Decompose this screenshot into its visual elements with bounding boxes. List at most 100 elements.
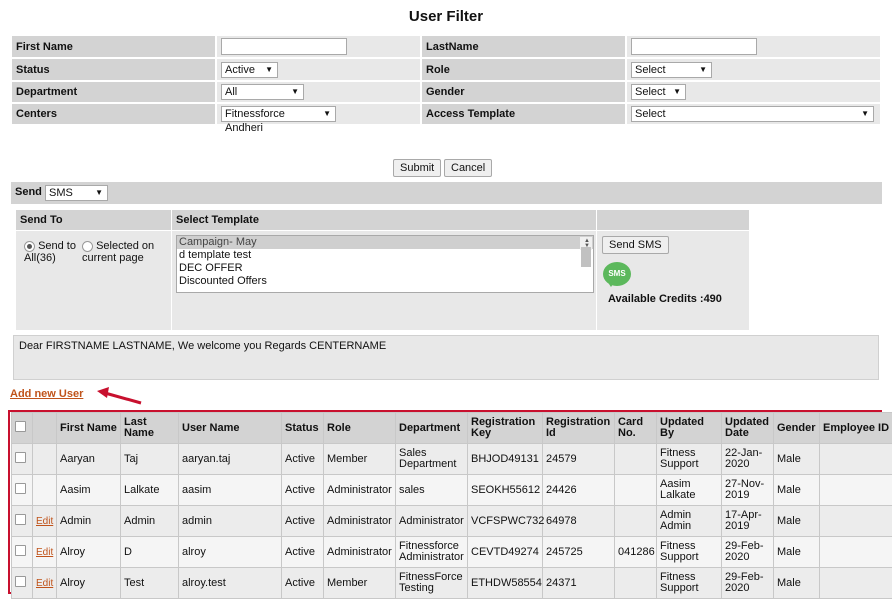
column-header — [33, 413, 57, 444]
updated-date-cell: 29-Feb-2020 — [722, 568, 774, 599]
table-row[interactable]: EditAdminAdminadminActiveAdministratorAd… — [12, 506, 892, 537]
add-new-user-link[interactable]: Add new User — [10, 388, 83, 400]
access-template-label: Access Template — [422, 104, 625, 124]
column-header[interactable]: First Name — [57, 413, 121, 444]
users-table-header: First Name Last Name User Name Status Ro… — [12, 413, 892, 444]
row-checkbox[interactable] — [15, 483, 26, 494]
scroll-down-icon[interactable]: ▼ — [580, 242, 592, 250]
chevron-down-icon: ▼ — [861, 107, 869, 121]
sms-message-textarea[interactable]: Dear FIRSTNAME LASTNAME, We welcome you … — [13, 335, 879, 380]
template-item[interactable]: d template test — [177, 249, 593, 262]
access-template-select[interactable]: Select▼ — [631, 106, 874, 122]
first-name-cell: Aasim — [57, 475, 121, 506]
select-all-checkbox[interactable] — [15, 421, 26, 432]
send-bar: Send SMS▼ — [11, 182, 882, 204]
filter-form: First Name LastName Status Active▼ Role … — [10, 34, 882, 126]
edit-link[interactable]: Edit — [36, 578, 53, 589]
select-template-header: Select Template — [172, 210, 596, 230]
department-cell: Sales Department — [396, 444, 468, 475]
centers-select[interactable]: Fitnessforce Andheri▼ — [221, 106, 336, 122]
table-row[interactable]: AasimLalkateaasimActiveAdministratorsale… — [12, 475, 892, 506]
status-select-value: Active — [225, 64, 255, 76]
chevron-down-icon: ▼ — [673, 85, 681, 99]
status-label: Status — [12, 59, 215, 80]
submit-button[interactable]: Submit — [393, 159, 441, 177]
send-to-header: Send To — [16, 210, 171, 230]
registration-key-cell: VCFSPWC732 — [468, 506, 543, 537]
first-name-input[interactable] — [221, 38, 347, 55]
gender-select[interactable]: Select▼ — [631, 84, 686, 100]
users-table: First Name Last Name User Name Status Ro… — [11, 412, 892, 599]
department-cell: Fitnessforce Administrator — [396, 537, 468, 568]
row-checkbox[interactable] — [15, 514, 26, 525]
table-row[interactable]: AaryanTajaaryan.tajActiveMemberSales Dep… — [12, 444, 892, 475]
cancel-button[interactable]: Cancel — [444, 159, 492, 177]
department-select[interactable]: All▼ — [221, 84, 304, 100]
column-header[interactable]: Updated By — [657, 413, 722, 444]
column-header[interactable]: Status — [282, 413, 324, 444]
column-header[interactable]: Employee ID — [820, 413, 892, 444]
registration-key-cell: ETHDW58554 — [468, 568, 543, 599]
send-sms-button[interactable]: Send SMS — [602, 236, 669, 254]
template-item[interactable]: DEC OFFER — [177, 262, 593, 275]
send-mode-select[interactable]: SMS▼ — [45, 185, 108, 201]
first-name-cell: Alroy — [57, 537, 121, 568]
scrollbar-thumb[interactable] — [581, 247, 591, 267]
table-row[interactable]: EditAlroyTestalroy.testActiveMemberFitne… — [12, 568, 892, 599]
send-to-all-label-a: Send to — [38, 240, 76, 252]
column-header[interactable]: Role — [324, 413, 396, 444]
registration-key-cell: BHJOD49131 — [468, 444, 543, 475]
send-to-all-option[interactable]: Send to All(36) — [24, 240, 76, 264]
status-cell: Active — [282, 444, 324, 475]
edit-link[interactable]: Edit — [36, 547, 53, 558]
last-name-input[interactable] — [631, 38, 757, 55]
updated-by-cell: Fitness Support — [657, 537, 722, 568]
card-no-cell — [615, 444, 657, 475]
updated-by-cell: Fitness Support — [657, 568, 722, 599]
column-header[interactable]: User Name — [179, 413, 282, 444]
template-panel: Campaign- May d template test DEC OFFER … — [172, 231, 596, 330]
registration-key-cell: CEVTD49274 — [468, 537, 543, 568]
column-header[interactable]: Last Name — [121, 413, 179, 444]
card-no-cell — [615, 475, 657, 506]
user-name-cell: aasim — [179, 475, 282, 506]
registration-id-cell: 24579 — [543, 444, 615, 475]
status-select[interactable]: Active▼ — [221, 62, 278, 78]
row-checkbox[interactable] — [15, 545, 26, 556]
row-checkbox[interactable] — [15, 452, 26, 463]
employee-id-cell — [820, 568, 892, 599]
column-header[interactable]: Updated Date — [722, 413, 774, 444]
column-header[interactable]: Registration Key — [468, 413, 543, 444]
centers-label: Centers — [12, 104, 215, 124]
arrow-icon — [95, 386, 145, 408]
updated-date-cell: 17-Apr-2019 — [722, 506, 774, 537]
gender-cell: Male — [774, 537, 820, 568]
column-header[interactable]: Card No. — [615, 413, 657, 444]
last-name-label: LastName — [422, 36, 625, 57]
role-cell: Administrator — [324, 475, 396, 506]
column-header[interactable]: Department — [396, 413, 468, 444]
send-to-page-option[interactable]: Selected on current page — [82, 240, 154, 264]
status-cell: Active — [282, 568, 324, 599]
gender-cell: Male — [774, 444, 820, 475]
role-select[interactable]: Select▼ — [631, 62, 712, 78]
template-list-scrollbar[interactable]: ▲ ▼ — [580, 237, 592, 250]
user-name-cell: alroy — [179, 537, 282, 568]
edit-link[interactable]: Edit — [36, 516, 53, 527]
send-mode-value: SMS — [49, 187, 73, 199]
row-select-cell — [12, 506, 33, 537]
department-label: Department — [12, 82, 215, 102]
chevron-down-icon: ▼ — [699, 63, 707, 77]
user-name-cell: admin — [179, 506, 282, 537]
column-header[interactable]: Registration Id — [543, 413, 615, 444]
column-header[interactable]: Gender — [774, 413, 820, 444]
template-list[interactable]: Campaign- May d template test DEC OFFER … — [176, 235, 594, 293]
send-to-page-radio[interactable] — [82, 241, 93, 252]
template-item[interactable]: Campaign- May — [177, 236, 593, 249]
first-name-cell: Alroy — [57, 568, 121, 599]
gender-cell: Male — [774, 506, 820, 537]
template-item[interactable]: Discounted Offers — [177, 275, 593, 288]
table-row[interactable]: EditAlroyDalroyActiveAdministratorFitnes… — [12, 537, 892, 568]
send-to-all-radio[interactable] — [24, 241, 35, 252]
row-checkbox[interactable] — [15, 576, 26, 587]
